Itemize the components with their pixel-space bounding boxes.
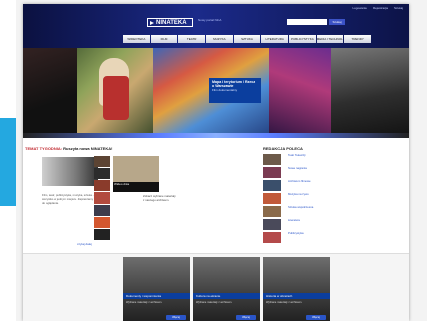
site-logo[interactable]: NINATEKA xyxy=(147,18,193,27)
search-link[interactable]: Szukaj xyxy=(394,6,403,10)
search-input[interactable] xyxy=(287,19,327,25)
thumbnail[interactable] xyxy=(94,168,110,180)
login-link[interactable]: Logowanie xyxy=(352,6,367,10)
sidebar-link[interactable]: Sztuka współczesna xyxy=(288,205,328,209)
promo-text: Wybrane materiały z archiwum. xyxy=(196,301,233,304)
promo-card[interactable]: Kultura na ekranie Wybrane materiały z a… xyxy=(193,257,260,321)
register-link[interactable]: Rejestracja xyxy=(373,6,388,10)
thumbnail-strip xyxy=(94,156,110,240)
tagline: Nowy portal NInA xyxy=(198,18,222,22)
website: Logowanie Rejestracja Szukaj NINATEKA No… xyxy=(23,4,409,321)
article-lead: Film, teatr, publicystyka, muzyka, sztuk… xyxy=(42,193,94,205)
thumbnail[interactable] xyxy=(94,216,110,228)
promo-button[interactable]: Więcej xyxy=(236,315,256,320)
promo-text: Wybrane materiały z archiwum. xyxy=(126,301,163,304)
carousel-slide[interactable] xyxy=(269,48,331,138)
sidebar-thumbnail xyxy=(263,193,281,204)
nav-item-muzyka[interactable]: MUZYKA xyxy=(206,35,233,43)
slide-caption-subtitle: Film dokumentalny xyxy=(212,88,238,92)
section-title: Ruszyła nowa NINATEKA! xyxy=(63,146,113,151)
thumbnail[interactable] xyxy=(94,180,110,192)
sidebar-link[interactable]: Nowe nagrania xyxy=(288,166,328,170)
sidebar-thumbnail xyxy=(263,232,281,243)
site-header: Logowanie Rejestracja Szukaj NINATEKA No… xyxy=(23,4,409,48)
sidebar-thumbnail xyxy=(263,167,281,178)
sidebar-item[interactable]: Archiwum filmowe xyxy=(263,179,317,192)
promo-text: Wybrane materiały z archiwum. xyxy=(266,301,303,304)
sidebar-item[interactable]: Teatr Telewizji xyxy=(263,153,317,166)
section-label: TEMAT TYGODNIA: xyxy=(25,146,63,151)
section-heading: TEMAT TYGODNIA: Ruszyła nowa NINATEKA! xyxy=(25,146,112,151)
promo-title: Kultura na ekranie xyxy=(193,293,260,299)
slide-caption[interactable]: Mapa i terytorium / Rzecz o Warszawie Fi… xyxy=(209,78,261,103)
sidebar-item[interactable]: Nowe nagrania xyxy=(263,166,317,179)
nav-item-literatura[interactable]: LITERATURA xyxy=(261,35,289,43)
accent-bar xyxy=(0,118,16,206)
slide-figure xyxy=(103,76,129,120)
logo-text: NINATEKA xyxy=(156,19,187,26)
promo-card[interactable]: Historia w obrazach Wybrane materiały z … xyxy=(263,257,330,321)
promo-title: Historia w obrazach xyxy=(263,293,330,299)
promo-title: Dokumenty i wspomnienia xyxy=(123,293,190,299)
nav-item-teatr[interactable]: TEATR xyxy=(178,35,206,43)
sidebar-item[interactable]: Sztuka współczesna xyxy=(263,205,317,218)
carousel-slide[interactable] xyxy=(77,48,153,138)
nav-item-film[interactable]: FILM xyxy=(150,35,178,43)
search-button[interactable]: Szukaj xyxy=(329,19,345,25)
thumbnail[interactable] xyxy=(94,192,110,204)
sidebar-item[interactable]: Muzyka na żywo xyxy=(263,192,317,205)
thumbnail[interactable] xyxy=(94,228,110,240)
sidebar-thumbnail xyxy=(263,206,281,217)
thumbnail[interactable] xyxy=(94,156,110,168)
sidebar-link[interactable]: Muzyka na żywo xyxy=(288,192,328,196)
promo-button[interactable]: Więcej xyxy=(166,315,186,320)
sidebar-thumbnail xyxy=(263,154,281,165)
slide-caption-title: Mapa i terytorium / Rzecz o Warszawie xyxy=(212,80,256,88)
thumbnail[interactable] xyxy=(94,204,110,216)
sidebar-link[interactable]: Archiwum filmowe xyxy=(288,179,328,183)
nav-item-publicystyka[interactable]: PUBLICYSTYKA xyxy=(289,35,316,43)
nav-item-media[interactable]: MEDIA I TECHNOLOGIE xyxy=(316,35,344,43)
sidebar-thumbnail xyxy=(263,180,281,191)
play-icon xyxy=(150,20,154,25)
top-links: Logowanie Rejestracja Szukaj xyxy=(352,6,403,10)
sidebar-item[interactable]: Literatura xyxy=(263,218,317,231)
sidebar-link[interactable]: Publicystyka xyxy=(288,231,328,235)
nav-item-trendy[interactable]: TRENDY xyxy=(344,35,372,43)
nav-item-wideoteka[interactable]: WIDEOTEKA xyxy=(123,35,150,43)
main-nav: WIDEOTEKA FILM TEATR MUZYKA SZTUKA LITER… xyxy=(123,35,372,43)
feature-text: Zobacz wybrane materiały z naszego archi… xyxy=(143,194,176,202)
read-more-link[interactable]: czytaj dalej xyxy=(77,242,92,246)
article-thumbnail[interactable] xyxy=(42,157,98,186)
carousel-slide[interactable] xyxy=(23,48,77,138)
promo-card[interactable]: Dokumenty i wspomnienia Wybrane materiał… xyxy=(123,257,190,321)
carousel-glow xyxy=(23,133,409,138)
sidebar-link[interactable]: Teatr Telewizji xyxy=(288,153,328,157)
promo-button[interactable]: Więcej xyxy=(306,315,326,320)
nav-item-sztuka[interactable]: SZTUKA xyxy=(233,35,261,43)
sidebar-title: REDAKCJA POLECA xyxy=(263,146,303,151)
carousel-slide[interactable] xyxy=(331,48,409,138)
sidebar-link[interactable]: Literatura xyxy=(288,218,328,222)
sidebar-item[interactable]: Publicystyka xyxy=(263,231,317,244)
sidebar-thumbnail xyxy=(263,219,281,230)
feature-caption: Wideo dnia xyxy=(113,182,159,192)
